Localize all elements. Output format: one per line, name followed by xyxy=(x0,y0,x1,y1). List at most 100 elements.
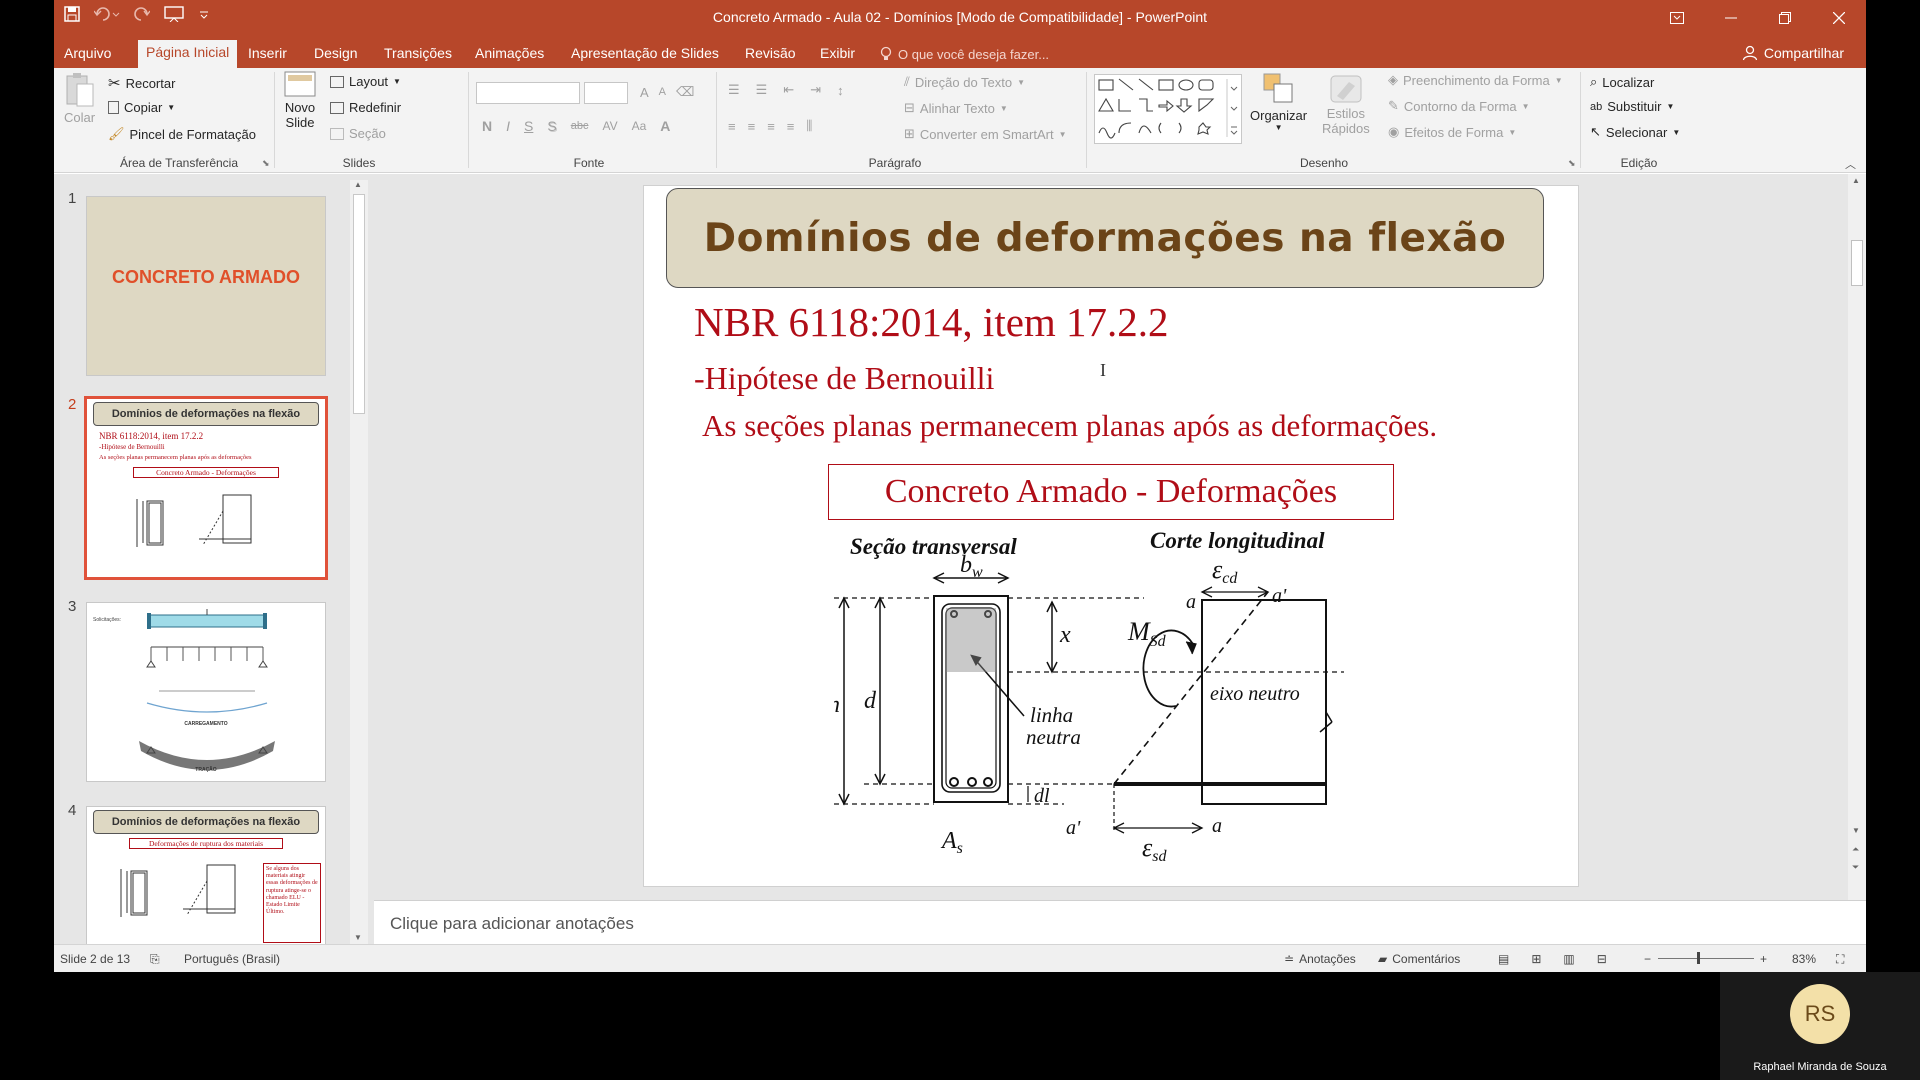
shadow-button[interactable]: S xyxy=(547,118,556,134)
change-case-button[interactable]: Aa xyxy=(632,119,647,133)
thumbnail-slide-2[interactable]: Domínios de deformações na flexão NBR 61… xyxy=(84,396,328,580)
align-text-button[interactable]: ⊟ Alinhar Texto ▼ xyxy=(904,100,1008,116)
shrink-font-icon[interactable]: A xyxy=(659,86,666,98)
decrease-indent-icon[interactable]: ⇤ xyxy=(783,82,794,98)
close-icon[interactable] xyxy=(1812,0,1866,36)
font-color-icon[interactable]: A xyxy=(660,118,670,134)
zoom-in-button[interactable]: + xyxy=(1760,952,1767,966)
slide-sorter-icon[interactable]: ⊞ xyxy=(1531,952,1541,966)
slideshow-icon[interactable]: ⊟ xyxy=(1597,952,1607,966)
language-indicator[interactable]: Português (Brasil) xyxy=(184,952,280,966)
scrollbar-thumb[interactable] xyxy=(353,194,365,414)
bold-button[interactable]: N xyxy=(482,118,492,134)
dialog-launcher-icon[interactable]: ⬊ xyxy=(1568,158,1576,169)
thumbnail-slide-1[interactable]: CONCRETO ARMADO xyxy=(86,196,326,376)
scroll-down-icon[interactable]: ▼ xyxy=(354,933,362,942)
grow-font-icon[interactable]: A xyxy=(640,85,649,100)
shape-outline-button[interactable]: ✎ Contorno da Forma ▼ xyxy=(1388,98,1530,114)
ribbon-display-options-icon[interactable] xyxy=(1650,0,1704,36)
scroll-up-icon[interactable]: ▲ xyxy=(354,180,362,189)
scroll-up-icon[interactable]: ▲ xyxy=(1852,176,1860,185)
smartart-button[interactable]: ⊞ Converter em SmartArt ▼ xyxy=(904,126,1066,142)
format-painter-button[interactable]: 🖌 Pincel de Formatação xyxy=(108,126,256,142)
tab-apresentacao[interactable]: Apresentação de Slides xyxy=(563,42,727,68)
underline-button[interactable]: S xyxy=(524,118,533,134)
bullets-icon[interactable]: ☰ xyxy=(728,82,740,98)
zoom-slider-thumb[interactable] xyxy=(1696,952,1700,964)
zoom-out-button[interactable]: − xyxy=(1644,952,1651,966)
tab-inserir[interactable]: Inserir xyxy=(240,42,295,68)
reset-button[interactable]: Redefinir xyxy=(330,100,401,115)
notes-pane[interactable]: Clique para adicionar anotações xyxy=(374,900,1866,944)
new-slide-button[interactable]: Novo Slide xyxy=(282,70,318,130)
layout-button[interactable]: Layout ▼ xyxy=(330,74,401,89)
thumbnails-scrollbar[interactable]: ▲ ▼ xyxy=(350,180,368,944)
scroll-down-icon[interactable]: ▼ xyxy=(1852,826,1860,835)
align-center-icon[interactable]: ≡ xyxy=(748,119,756,134)
thumbnail-slide-3[interactable]: Solicitações: CARREGAMENTO COMPRESSÃO TR… xyxy=(86,602,326,782)
share-button[interactable]: Compartilhar xyxy=(1742,45,1844,61)
find-button[interactable]: ⌕ Localizar xyxy=(1590,74,1654,90)
align-right-icon[interactable]: ≡ xyxy=(767,119,775,134)
justify-icon[interactable]: ≡ xyxy=(787,119,795,134)
spell-check-icon[interactable]: ⎘ xyxy=(150,952,160,967)
scrollbar-thumb[interactable] xyxy=(1851,240,1863,286)
dialog-launcher-icon[interactable]: ⬊ xyxy=(262,158,270,169)
tab-revisao[interactable]: Revisão xyxy=(737,42,804,68)
slide-counter[interactable]: Slide 2 de 13 xyxy=(60,952,130,966)
shapes-gallery[interactable] xyxy=(1094,74,1242,144)
deformation-diagram[interactable]: Seção transversal Corte longitudinal bw … xyxy=(834,526,1394,886)
font-name-combo[interactable] xyxy=(476,82,580,104)
align-left-icon[interactable]: ≡ xyxy=(728,119,736,134)
copy-button[interactable]: Copiar ▼ xyxy=(108,100,175,115)
zoom-level[interactable]: 83% xyxy=(1792,952,1816,966)
restore-icon[interactable] xyxy=(1758,0,1812,36)
previous-slide-icon[interactable]: ⏶ xyxy=(1852,844,1859,855)
collapse-ribbon-icon[interactable]: ︿ xyxy=(1845,156,1856,172)
diagram-title-box[interactable]: Concreto Armado - Deformações xyxy=(828,464,1394,520)
arrange-button[interactable]: Organizar ▼ xyxy=(1250,72,1307,132)
slide-text-hipotese[interactable]: -Hipótese de Bernouilli xyxy=(694,360,994,397)
tab-animacoes[interactable]: Animações xyxy=(467,42,552,68)
notes-toggle-button[interactable]: ≐ Anotações xyxy=(1284,952,1356,966)
clear-format-icon[interactable]: ⌫ xyxy=(676,84,694,100)
line-spacing-icon[interactable]: ↕ xyxy=(837,83,844,98)
fit-slide-icon[interactable]: ⛶ xyxy=(1836,952,1844,967)
slide-text-secoes[interactable]: As seções planas permanecem planas após … xyxy=(702,408,1437,444)
quick-styles-button[interactable]: Estilos Rápidos xyxy=(1322,72,1370,136)
tell-me-box[interactable]: O que você deseja fazer... xyxy=(880,46,1049,62)
text-direction-button[interactable]: ⫽ Direção do Texto ▼ xyxy=(904,74,1025,90)
numbering-icon[interactable]: ☰ xyxy=(756,82,768,98)
replace-button[interactable]: ab Substituir ▼ xyxy=(1590,99,1674,114)
tab-design[interactable]: Design xyxy=(306,42,366,68)
section-button[interactable]: Seção xyxy=(330,126,386,141)
paste-button[interactable]: Colar xyxy=(64,72,95,125)
shape-effects-button[interactable]: ◉ Efeitos de Forma ▼ xyxy=(1388,124,1516,140)
comments-toggle-button[interactable]: ▰ Comentários xyxy=(1378,952,1460,966)
font-size-combo[interactable] xyxy=(584,82,628,104)
zoom-slider[interactable] xyxy=(1658,952,1754,964)
reading-view-icon[interactable]: ▥ xyxy=(1563,952,1574,966)
columns-icon[interactable]: ⫼ xyxy=(806,118,812,134)
tab-transicoes[interactable]: Transições xyxy=(376,42,460,68)
minimize-icon[interactable] xyxy=(1704,0,1758,36)
cut-button[interactable]: ✂ Recortar xyxy=(108,74,175,92)
tab-pagina-inicial[interactable]: Página Inicial xyxy=(138,40,238,68)
slide-canvas[interactable]: Domínios de deformações na flexão NBR 61… xyxy=(644,186,1578,886)
normal-view-icon[interactable]: ▤ xyxy=(1498,952,1509,966)
char-spacing-button[interactable]: AV xyxy=(602,119,617,133)
slide-text-norma[interactable]: NBR 6118:2014, item 17.2.2 xyxy=(694,298,1169,346)
thumbnail-slide-4[interactable]: Domínios de deformações na flexão Deform… xyxy=(86,806,326,946)
select-button[interactable]: ↖ Selecionar ▼ xyxy=(1590,124,1680,140)
next-slide-icon[interactable]: ⏷ xyxy=(1852,862,1859,873)
layout-label: Layout xyxy=(349,74,389,89)
tab-arquivo[interactable]: Arquivo xyxy=(56,42,119,68)
slide-title-banner[interactable]: Domínios de deformações na flexão xyxy=(666,188,1544,288)
reset-icon xyxy=(330,101,344,114)
italic-button[interactable]: I xyxy=(506,118,510,134)
increase-indent-icon[interactable]: ⇥ xyxy=(810,82,821,98)
strikethrough-button[interactable]: abc xyxy=(571,120,589,132)
editor-scrollbar[interactable]: ▲ ▼ ⏶ ⏷ xyxy=(1848,174,1866,900)
shape-fill-button[interactable]: ◈ Preenchimento da Forma ▼ xyxy=(1388,72,1563,88)
tab-exibir[interactable]: Exibir xyxy=(812,42,863,68)
